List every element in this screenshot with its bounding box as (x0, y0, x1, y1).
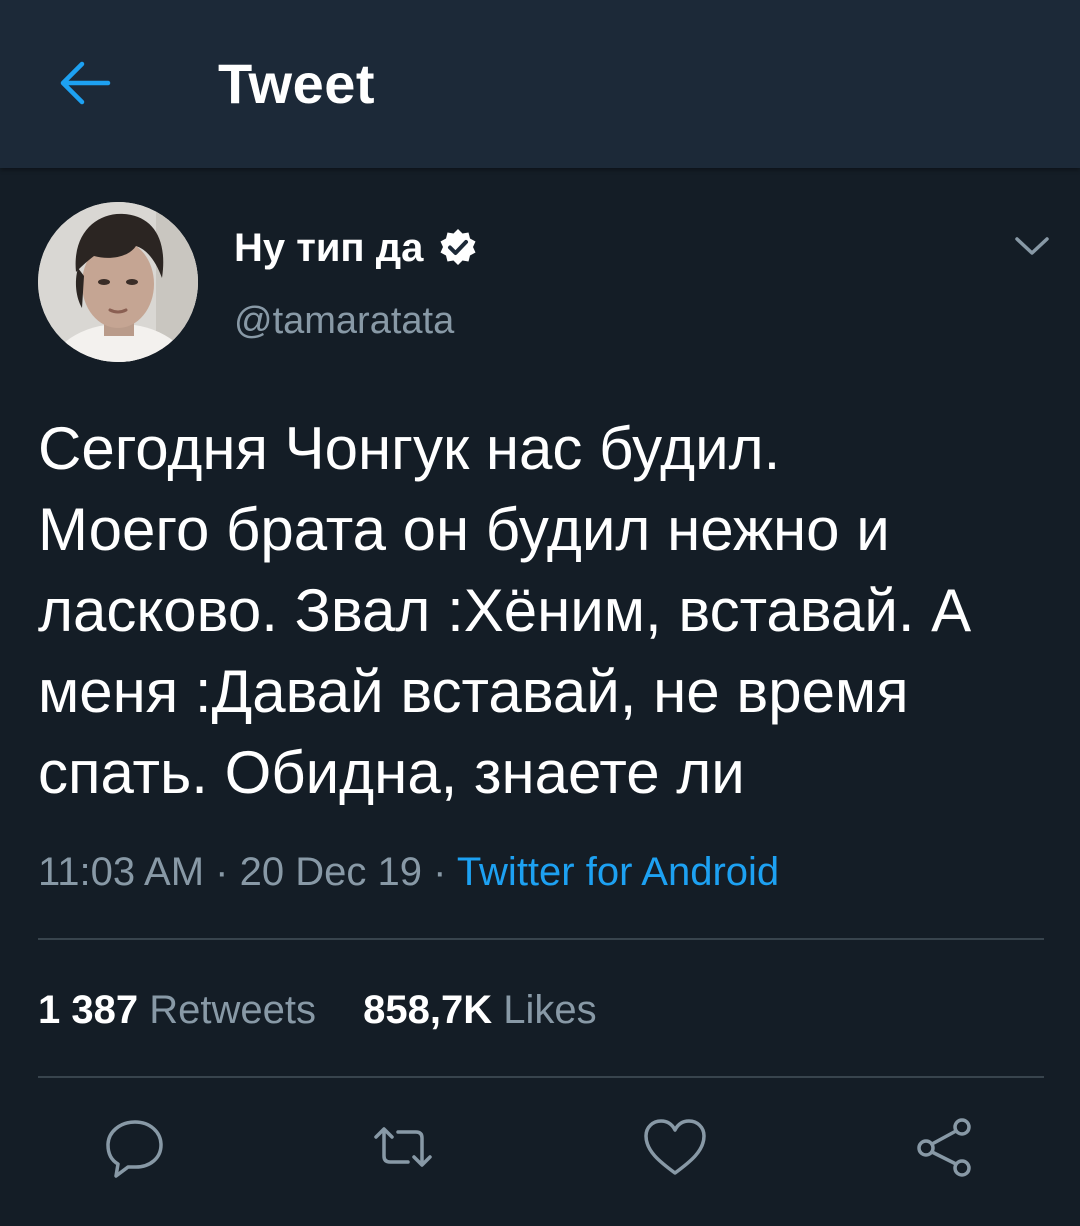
retweets-label: Retweets (149, 988, 316, 1032)
retweet-icon[interactable] (368, 1112, 438, 1182)
likes-label: Likes (503, 988, 597, 1032)
tweet-text: Сегодня Чонгук нас будил. Моего брата он… (38, 415, 972, 806)
tweet-detail-screen: Tweet Ну тип да @tamaratata Сегодня Чонг… (0, 0, 1080, 1226)
tweet-source-link[interactable]: Twitter for Android (457, 850, 779, 894)
meta-separator: · (433, 850, 447, 894)
likes-stat[interactable]: 858,7K Likes (363, 984, 597, 1036)
likes-count: 858,7K (363, 988, 493, 1032)
chevron-down-icon[interactable] (1012, 232, 1052, 260)
retweets-stat[interactable]: 1 387 Retweets (38, 984, 316, 1036)
meta-separator: · (215, 850, 229, 894)
tweet-time: 11:03 AM (38, 850, 205, 894)
author-name-text: Ну тип да (234, 226, 424, 270)
avatar[interactable] (38, 202, 198, 362)
retweets-count: 1 387 (38, 988, 139, 1032)
reply-icon[interactable] (100, 1112, 170, 1182)
tweet-date: 20 Dec 19 (239, 850, 422, 894)
tweet-stats: 1 387 Retweets 858,7K Likes (38, 984, 633, 1036)
author-handle[interactable]: @tamaratata (234, 298, 454, 344)
arrow-left-icon[interactable] (56, 58, 112, 108)
like-icon[interactable] (640, 1112, 710, 1182)
divider (38, 938, 1044, 940)
author-display-name[interactable]: Ну тип да (234, 224, 479, 272)
tweet-meta: 11:03 AM · 20 Dec 19 · Twitter for Andro… (38, 846, 779, 898)
divider (38, 1076, 1044, 1078)
top-app-bar: Tweet (0, 0, 1080, 168)
verified-badge-icon (440, 229, 476, 265)
share-icon[interactable] (910, 1112, 980, 1182)
page-title: Tweet (218, 52, 376, 115)
avatar-photo (38, 202, 198, 362)
